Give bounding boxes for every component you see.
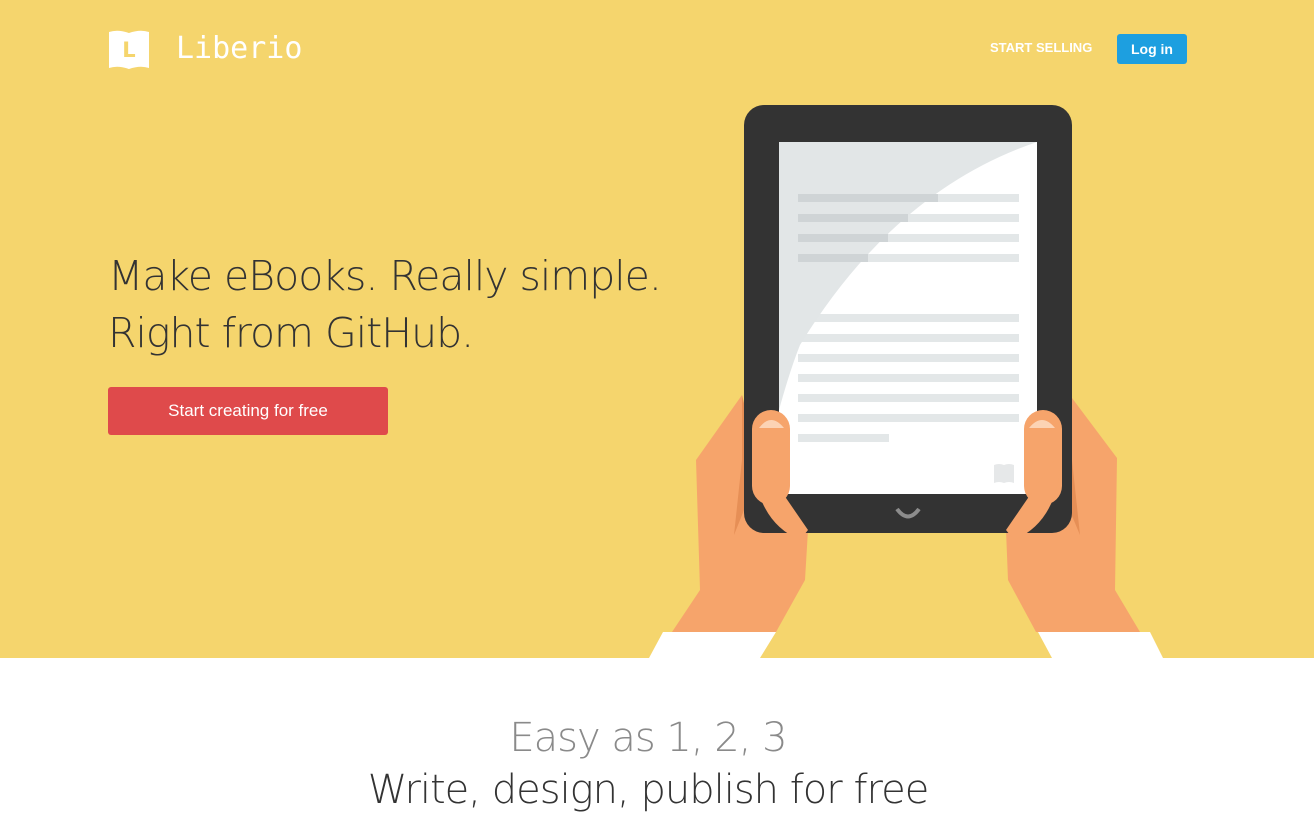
hero-section: L Liberio START SELLING Log in Make eBoo… — [0, 0, 1314, 658]
hero-headline-line-1: Make eBooks. Really simple. — [108, 252, 662, 300]
svg-text:L: L — [122, 38, 135, 62]
features-title: Easy as 1, 2, 3 — [509, 715, 787, 761]
start-selling-link[interactable]: START SELLING — [990, 40, 1092, 55]
start-creating-button[interactable]: Start creating for free — [108, 387, 388, 435]
features-subtitle: Write, design, publish for free — [367, 767, 930, 813]
login-button[interactable]: Log in — [1117, 34, 1187, 64]
logo-text: Liberio — [176, 31, 303, 66]
hands-holding-tablet-illustration — [649, 105, 1163, 658]
logo-link[interactable]: L Liberio — [107, 28, 302, 70]
hero-headline: Make eBooks. Really simple. Right from G… — [108, 248, 662, 362]
hero-headline-line-2: Right from GitHub. — [108, 309, 474, 357]
book-logo-icon: L — [109, 30, 149, 69]
